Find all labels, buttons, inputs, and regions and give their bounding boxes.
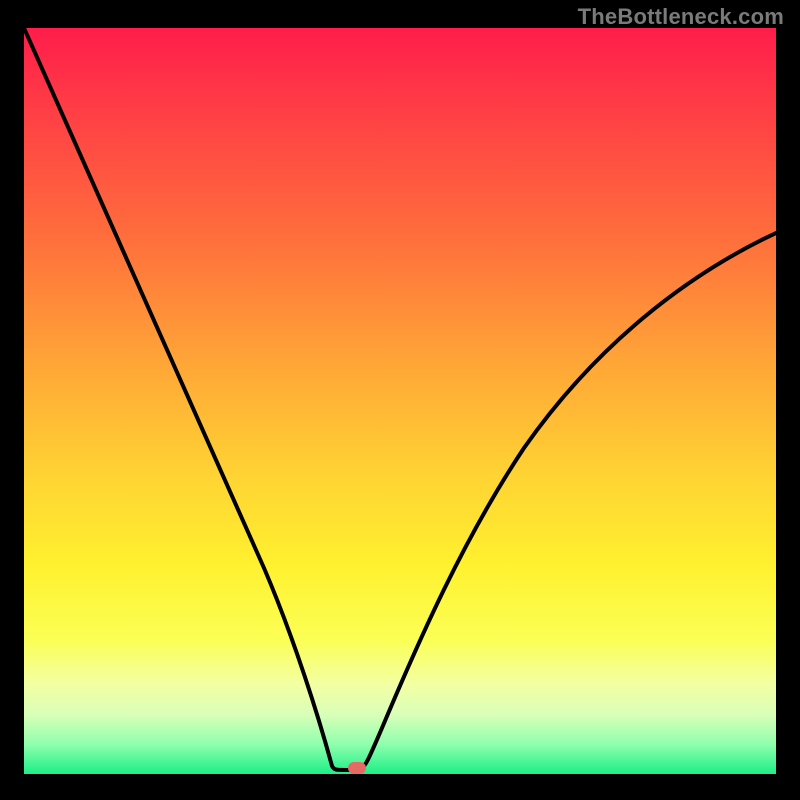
chart-frame: TheBottleneck.com	[0, 0, 800, 800]
bottleneck-curve	[24, 28, 776, 774]
watermark-text: TheBottleneck.com	[578, 4, 784, 30]
plot-area	[24, 28, 776, 774]
curve-path	[24, 28, 776, 770]
optimal-point-marker	[348, 762, 366, 774]
